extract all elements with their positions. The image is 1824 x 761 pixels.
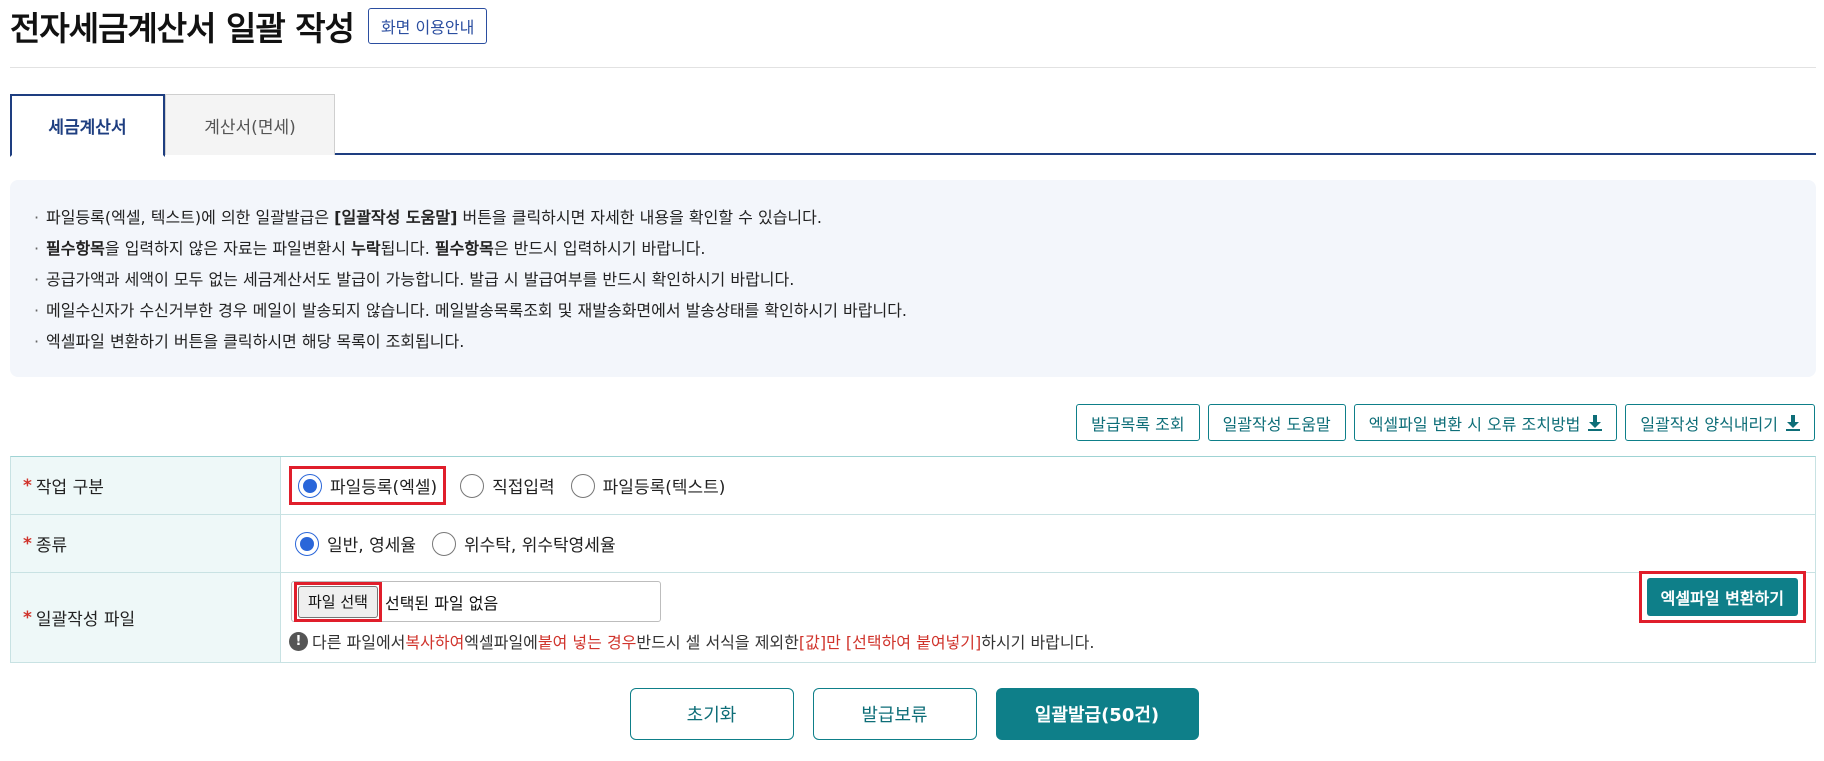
radio-direct-input[interactable]: 직접입력 — [460, 473, 555, 498]
work-type-label: * 작업 구분 — [11, 457, 281, 514]
file-label: * 일괄작성 파일 — [11, 573, 281, 662]
tab-bar: 세금계산서 계산서(면세) — [10, 94, 1816, 157]
file-row: * 일괄작성 파일 파일 선택 선택된 파일 없음 ! 다른 파일에서 복사하여 … — [11, 571, 1815, 663]
radio-unchecked-icon — [432, 531, 457, 556]
page-title: 전자세금계산서 일괄 작성 — [10, 9, 355, 48]
template-download-button[interactable]: 일괄작성 양식내리기 — [1625, 404, 1815, 441]
action-toolbar: 발급목록 조회 일괄작성 도움말 엑셀파일 변환 시 오류 조치방법 일괄작성 … — [1076, 404, 1815, 441]
notice-item: 필수항목을 입력하지 않은 자료는 파일변환시 누락됩니다. 필수항목은 반드시… — [34, 233, 1792, 264]
batch-issue-button[interactable]: 일괄발급(50건) — [995, 688, 1199, 740]
radio-checked-icon — [295, 531, 319, 556]
work-type-row: * 작업 구분 파일등록(엑셀) 직접입력 파일등록(텍스트) — [11, 457, 1815, 515]
radio-general[interactable]: 일반, 영세율 — [295, 531, 416, 556]
radio-checked-icon — [298, 473, 322, 498]
tab-invoice-exempt[interactable]: 계산서(면세) — [165, 94, 335, 155]
notice-item: 메일수신자가 수신거부한 경우 메일이 발송되지 않습니다. 메일발송목록조회 … — [34, 295, 1792, 326]
required-mark: * — [23, 607, 32, 628]
kind-label: * 종류 — [11, 515, 281, 572]
screen-guide-button[interactable]: 화면 이용안내 — [367, 8, 488, 44]
hold-button[interactable]: 발급보류 — [812, 688, 977, 740]
radio-unchecked-icon — [570, 473, 595, 498]
highlight-box: 엑셀파일 변환하기 — [1638, 571, 1806, 623]
choose-file-button[interactable]: 파일 선택 — [298, 585, 378, 618]
highlight-box: 파일 선택 — [294, 581, 382, 622]
info-icon: ! — [289, 631, 308, 651]
file-note: ! 다른 파일에서 복사하여 엑셀파일에 붙여 넣는 경우 반드시 셀 서식을 … — [289, 629, 1094, 653]
reset-button[interactable]: 초기화 — [629, 688, 794, 740]
batch-help-button[interactable]: 일괄작성 도움말 — [1207, 404, 1346, 441]
file-input[interactable]: 파일 선택 선택된 파일 없음 — [291, 581, 661, 622]
radio-unchecked-icon — [460, 473, 485, 498]
convert-excel-button[interactable]: 엑셀파일 변환하기 — [1646, 578, 1798, 616]
radio-file-excel[interactable]: 파일등록(엑셀) — [298, 473, 437, 498]
file-status: 선택된 파일 없음 — [384, 593, 499, 613]
required-mark: * — [23, 533, 32, 554]
bottom-actions: 초기화 발급보류 일괄발급(50건) — [0, 688, 1824, 740]
download-icon — [1588, 414, 1603, 431]
notice-item: 엑셀파일 변환하기 버튼을 클릭하시면 해당 목록이 조회됩니다. — [34, 326, 1792, 357]
notice-box: 파일등록(엑셀, 텍스트)에 의한 일괄발급은 [일괄작성 도움말] 버튼을 클… — [10, 180, 1816, 377]
title-divider — [10, 67, 1816, 68]
required-mark: * — [23, 475, 32, 496]
batch-form: * 작업 구분 파일등록(엑셀) 직접입력 파일등록(텍스트) * 종류 일반, 영… — [10, 456, 1816, 663]
radio-consignment[interactable]: 위수탁, 위수탁영세율 — [432, 531, 616, 556]
title-row: 전자세금계산서 일괄 작성 화면 이용안내 — [10, 0, 488, 52]
error-guide-download-button[interactable]: 엑셀파일 변환 시 오류 조치방법 — [1353, 404, 1618, 441]
notice-item: 파일등록(엑셀, 텍스트)에 의한 일괄발급은 [일괄작성 도움말] 버튼을 클… — [34, 202, 1792, 233]
issue-list-button[interactable]: 발급목록 조회 — [1076, 404, 1200, 441]
download-icon — [1786, 414, 1800, 431]
radio-file-text[interactable]: 파일등록(텍스트) — [570, 473, 725, 498]
highlight-box: 파일등록(엑셀) — [289, 466, 447, 505]
tab-tax-invoice[interactable]: 세금계산서 — [10, 94, 165, 157]
notice-item: 공급가액과 세액이 모두 없는 세금계산서도 발급이 가능합니다. 발급 시 발… — [34, 264, 1792, 295]
kind-row: * 종류 일반, 영세율 위수탁, 위수탁영세율 — [11, 515, 1815, 573]
